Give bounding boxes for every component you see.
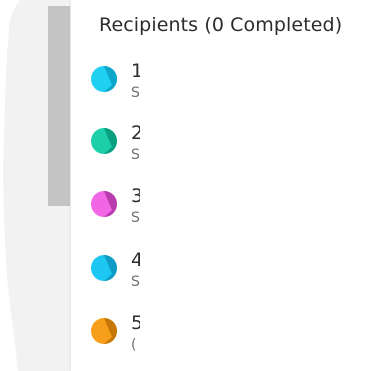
recipient-number: 5 — [131, 312, 140, 334]
document-preview-area — [0, 0, 71, 371]
recipient-number: 1 — [131, 60, 140, 82]
recipient-status: S — [131, 210, 139, 226]
recipient-avatar-icon — [90, 127, 118, 155]
recipient-status: S — [131, 85, 139, 101]
recipient-item-3[interactable]: 3 S — [90, 185, 150, 234]
recipient-avatar-icon — [90, 65, 118, 93]
recipient-item-2[interactable]: 2 S — [90, 122, 150, 171]
recipient-avatar-icon — [90, 254, 118, 282]
recipient-status: S — [131, 147, 139, 163]
recipients-panel: Recipients (0 Completed) 1 S 2 S 3 S 4 S… — [71, 0, 391, 371]
recipient-avatar-icon — [90, 317, 118, 345]
recipient-number: 4 — [131, 249, 140, 271]
recipient-status: S — [131, 274, 139, 290]
recipient-item-4[interactable]: 4 S — [90, 249, 150, 298]
document-scrollbar[interactable] — [48, 6, 70, 206]
recipients-title: Recipients (0 Completed) — [99, 14, 343, 36]
app-stage: Recipients (0 Completed) 1 S 2 S 3 S 4 S… — [0, 0, 391, 371]
recipient-item-1[interactable]: 1 S — [90, 60, 150, 109]
recipient-avatar-icon — [90, 190, 118, 218]
recipient-number: 3 — [131, 185, 140, 207]
recipient-number: 2 — [131, 122, 140, 144]
recipient-item-5[interactable]: 5 ( — [90, 312, 150, 361]
recipient-status: ( — [131, 337, 137, 353]
